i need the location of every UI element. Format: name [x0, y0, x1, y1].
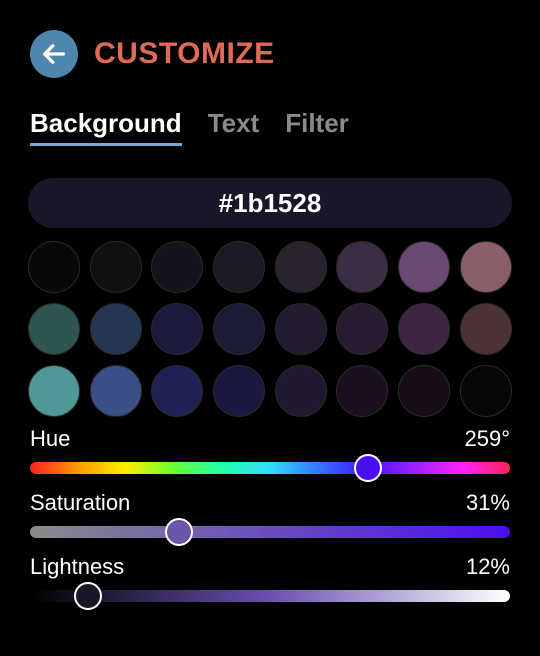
hue-label: Hue: [30, 426, 71, 451]
color-swatch[interactable]: [336, 365, 389, 417]
color-swatch[interactable]: [151, 241, 204, 293]
lightness-value: 12%: [465, 554, 510, 579]
color-swatch[interactable]: [274, 303, 327, 355]
color-swatch[interactable]: [459, 365, 512, 417]
saturation-slider-track[interactable]: [30, 518, 510, 546]
saturation-slider-row: Saturation 31%: [30, 490, 510, 546]
color-swatch[interactable]: [398, 241, 451, 293]
lightness-slider-thumb[interactable]: [73, 582, 102, 610]
saturation-slider-thumb[interactable]: [164, 518, 193, 546]
color-swatch[interactable]: [336, 303, 389, 355]
color-swatch[interactable]: [213, 365, 266, 417]
hex-color-value: #1b1528: [218, 187, 322, 218]
tab-text[interactable]: Text: [208, 108, 260, 146]
color-swatch[interactable]: [274, 365, 327, 417]
saturation-label: Saturation: [30, 490, 131, 515]
color-swatch[interactable]: [213, 241, 266, 293]
color-swatch-grid: [28, 241, 512, 417]
lightness-label: Lightness: [30, 554, 125, 579]
color-swatch[interactable]: [89, 241, 142, 293]
color-swatch[interactable]: [151, 303, 204, 355]
color-swatch[interactable]: [398, 303, 451, 355]
lightness-slider-row: Lightness 12%: [30, 554, 510, 610]
page-title: CUSTOMIZE: [94, 37, 275, 70]
color-swatch[interactable]: [28, 241, 80, 293]
color-swatch[interactable]: [336, 241, 389, 293]
color-swatch[interactable]: [459, 241, 512, 293]
hex-color-field[interactable]: #1b1528: [28, 178, 512, 228]
color-swatch[interactable]: [89, 303, 142, 355]
arrow-left-icon: [43, 44, 65, 64]
color-swatch[interactable]: [459, 303, 512, 355]
hue-value: 259°: [464, 426, 510, 451]
color-swatch[interactable]: [151, 365, 204, 417]
back-button[interactable]: [30, 30, 78, 78]
color-swatch[interactable]: [89, 365, 142, 417]
color-swatch[interactable]: [213, 303, 266, 355]
header: CUSTOMIZE: [30, 30, 275, 78]
tab-filter[interactable]: Filter: [285, 108, 349, 146]
hue-slider-row: Hue 259°: [30, 426, 510, 482]
hue-slider-track[interactable]: [30, 454, 510, 482]
color-swatch[interactable]: [28, 365, 80, 417]
color-swatch[interactable]: [398, 365, 451, 417]
tab-background[interactable]: Background: [30, 108, 182, 146]
saturation-value: 31%: [465, 490, 510, 515]
tab-bar: Background Text Filter: [30, 108, 349, 146]
color-swatch[interactable]: [28, 303, 80, 355]
color-swatch[interactable]: [274, 241, 327, 293]
hue-slider-thumb[interactable]: [354, 454, 383, 482]
lightness-slider-track[interactable]: [30, 582, 510, 610]
